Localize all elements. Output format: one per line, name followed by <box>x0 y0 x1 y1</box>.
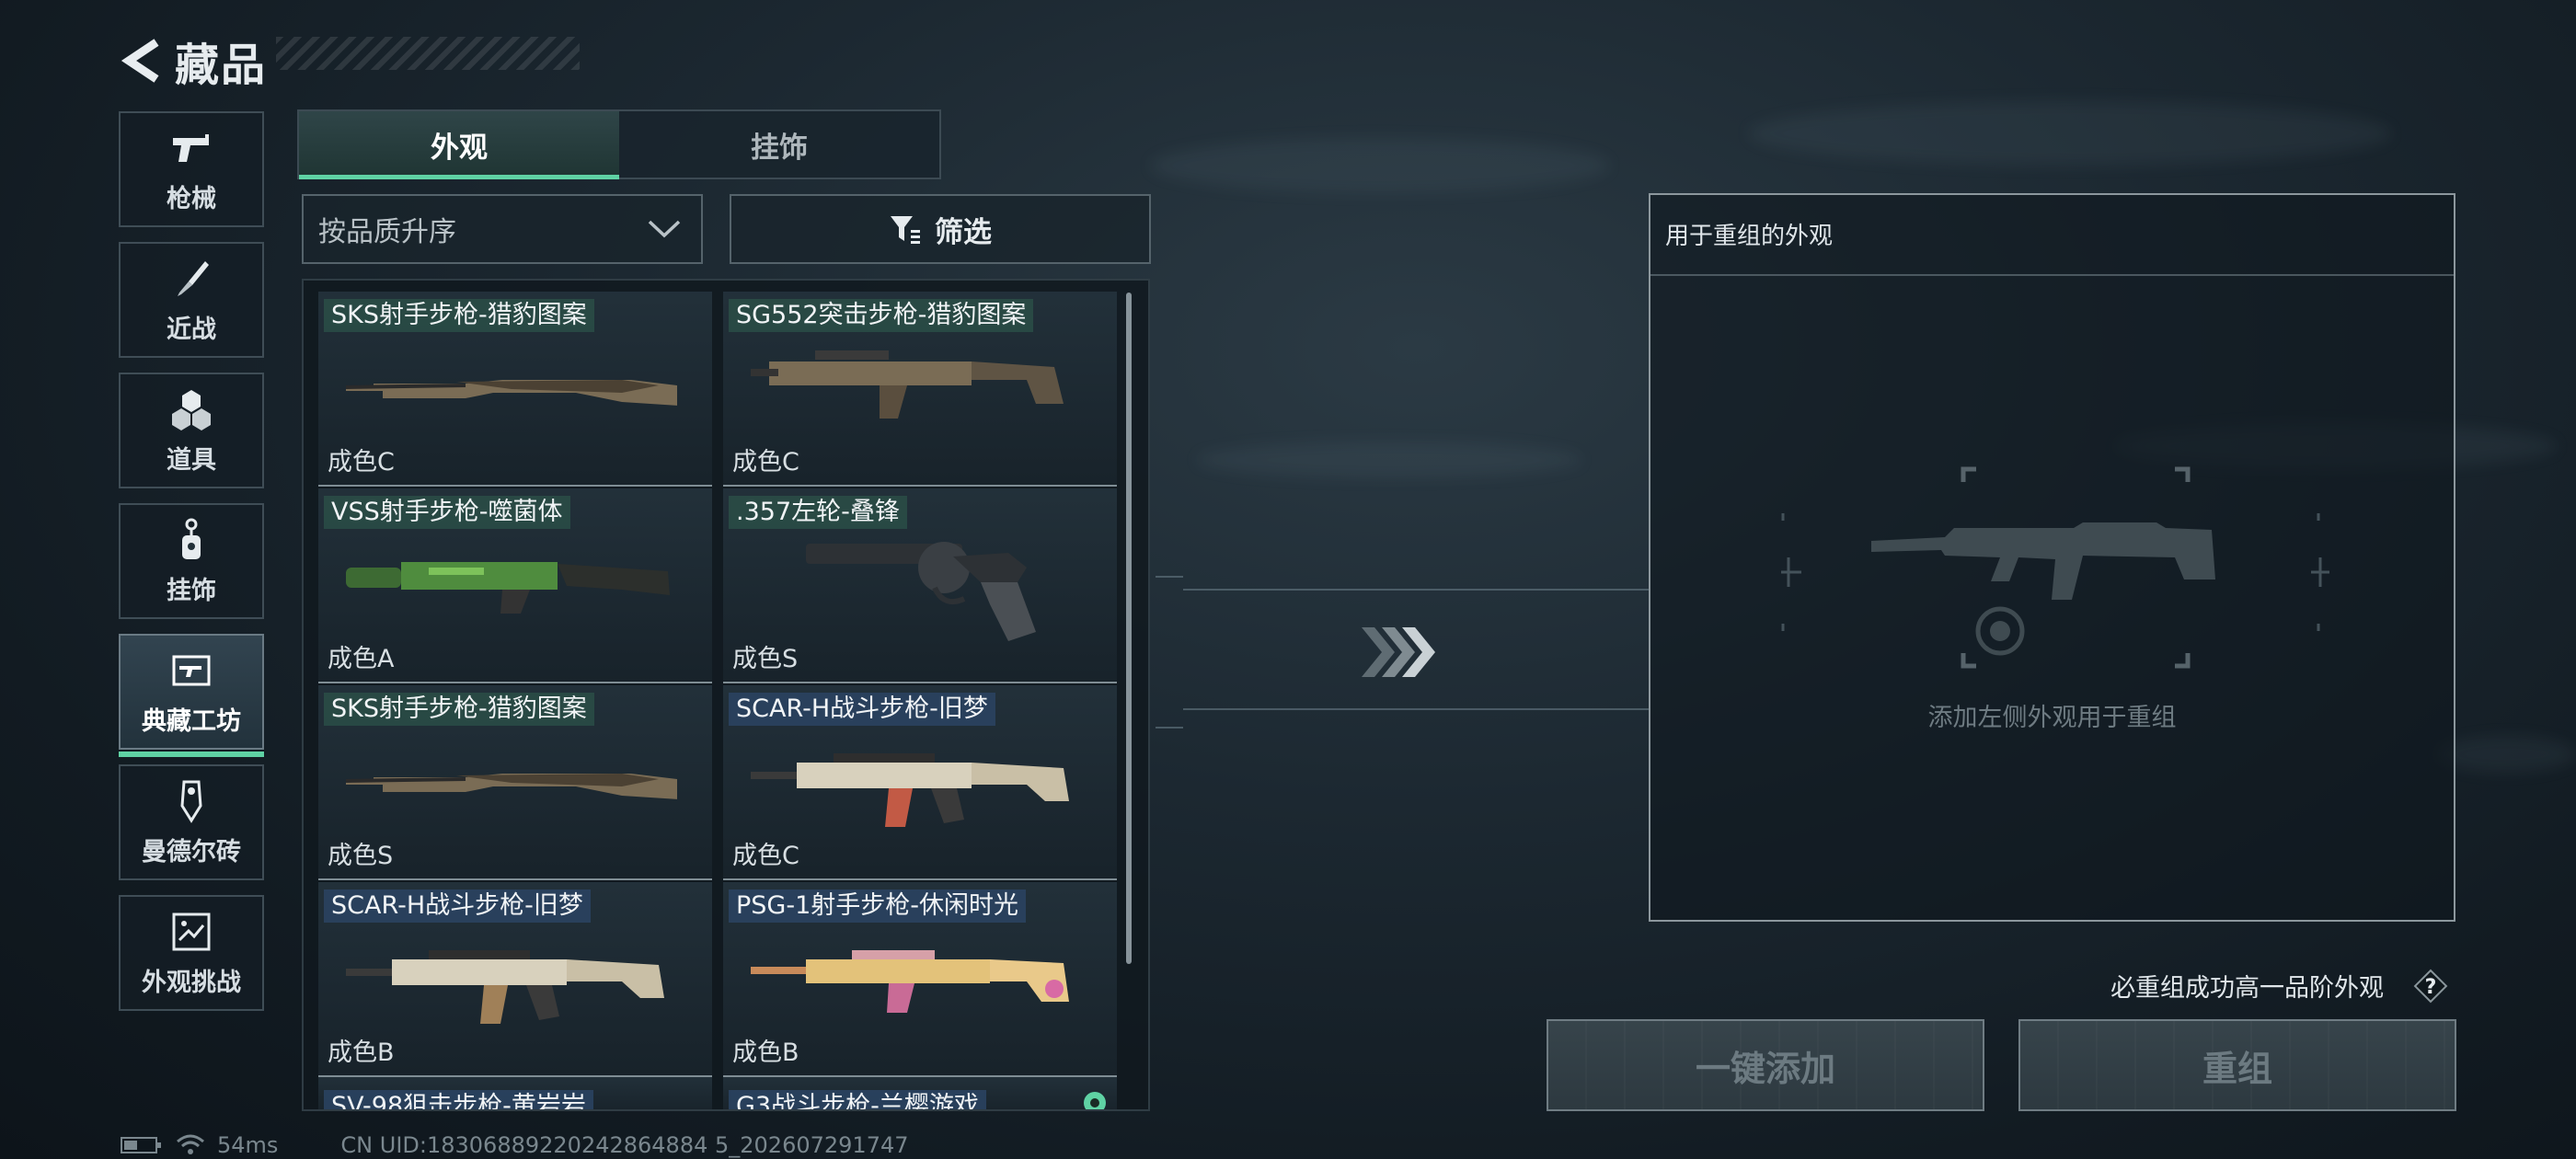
nav-label: 近战 <box>167 315 216 344</box>
svg-text:?: ? <box>2425 976 2437 999</box>
skin-name: SKS射手步枪-猎豹图案 <box>324 693 594 726</box>
list-item[interactable]: .357左轮-叠锋 成色S <box>723 488 1117 683</box>
skin-name: SV-98狙击步枪-黄岩岩 <box>324 1090 593 1109</box>
skin-name: SCAR-H战斗步枪-旧梦 <box>729 693 995 726</box>
skin-grade: 成色A <box>328 645 395 673</box>
list-item[interactable]: SG552突击步枪-猎豹图案 成色C <box>723 292 1117 487</box>
nav-label: 典藏工坊 <box>142 706 241 736</box>
recombine-label: 重组 <box>2202 1048 2272 1089</box>
skin-grade: 成色B <box>328 1039 395 1067</box>
list-item[interactable]: PSG-1射手步枪-休闲时光 成色B <box>723 882 1117 1077</box>
skin-name: SKS射手步枪-猎豹图案 <box>324 299 594 332</box>
chevron-down-icon <box>648 220 681 238</box>
charm-icon <box>182 518 201 559</box>
rifle-image <box>751 950 1069 1013</box>
sort-selected-value: 按品质升序 <box>318 216 456 248</box>
connector-line <box>1183 589 1649 591</box>
user-uid: CN UID:18306889220242864884 5_2026072917… <box>340 1132 909 1158</box>
wifi-icon <box>177 1134 204 1154</box>
rifle-image <box>346 950 664 1024</box>
grenades-icon <box>172 389 211 430</box>
status-bar: 54ms CN UID:18306889220242864884 5_20260… <box>120 1131 909 1159</box>
skin-grade: 成色S <box>732 645 799 673</box>
nav-label: 枪械 <box>167 184 216 213</box>
filter-button[interactable]: 筛选 <box>730 194 1151 264</box>
empty-slot-weapon-icon[interactable] <box>1779 462 2331 692</box>
skin-name: VSS射手步枪-噬菌体 <box>324 496 570 529</box>
category-tabs: 外观 挂饰 <box>297 109 941 179</box>
challenge-icon <box>172 912 211 950</box>
connector-line <box>1183 708 1649 710</box>
filter-icon <box>891 216 920 244</box>
workshop-icon <box>172 655 211 685</box>
help-icon[interactable]: ? <box>2412 968 2449 1004</box>
nav-label: 外观挑战 <box>142 968 241 997</box>
list-item[interactable]: SCAR-H战斗步枪-旧梦 成色C <box>723 685 1117 880</box>
pistol-icon <box>173 133 209 162</box>
nav-item-firearms[interactable]: 枪械 <box>119 111 264 227</box>
rifle-image <box>346 774 677 799</box>
nav-label: 曼德尔砖 <box>142 837 241 866</box>
skin-name: G3战斗步枪-兰樱游戏 <box>729 1090 986 1109</box>
skin-name: SCAR-H战斗步枪-旧梦 <box>324 889 591 923</box>
nav-item-melee[interactable]: 近战 <box>119 242 264 358</box>
skin-name: .357左轮-叠锋 <box>729 496 907 529</box>
brick-icon <box>180 780 202 823</box>
network-latency: 54ms <box>217 1132 279 1158</box>
filter-label: 筛选 <box>935 215 992 249</box>
list-scrollbar[interactable] <box>1126 293 1132 964</box>
list-item[interactable]: VSS射手步枪-噬菌体 成色A <box>318 488 712 683</box>
tab-charms[interactable]: 挂饰 <box>619 111 939 178</box>
guarantee-text: 必重组成功高一品阶外观 <box>2110 974 2384 1003</box>
panel-title: 用于重组的外观 <box>1665 223 1834 250</box>
add-all-button[interactable]: 一键添加 <box>1547 1019 1984 1111</box>
divider <box>1650 274 2454 276</box>
skin-grade: 成色B <box>732 1039 799 1067</box>
new-indicator-icon <box>1084 1092 1106 1109</box>
chevrons-right-icon <box>1362 627 1435 677</box>
recombine-button[interactable]: 重组 <box>2018 1019 2456 1111</box>
list-item[interactable]: SKS射手步枪-猎豹图案 成色S <box>318 685 712 880</box>
nav-item-workshop[interactable]: 典藏工坊 <box>119 634 264 757</box>
revolver-image <box>806 542 1036 641</box>
nav-item-gadgets[interactable]: 道具 <box>119 373 264 488</box>
nav-label: 道具 <box>167 445 216 475</box>
skin-grade: 成色C <box>732 842 799 870</box>
back-button[interactable] <box>118 33 164 88</box>
nav-item-skin-challenge[interactable]: 外观挑战 <box>119 895 264 1011</box>
recombine-panel: 用于重组的外观 添加左侧外观用于重组 <box>1649 193 2455 922</box>
rifle-image <box>346 380 677 406</box>
rifle-image <box>751 350 1064 419</box>
skin-grade: 成色S <box>328 842 394 870</box>
sort-dropdown[interactable]: 按品质升序 <box>302 194 703 264</box>
rifle-image <box>751 753 1069 827</box>
list-item[interactable]: SCAR-H战斗步枪-旧梦 成色B <box>318 882 712 1077</box>
list-item[interactable]: SKS射手步枪-猎豹图案 成色C <box>318 292 712 487</box>
tab-skins[interactable]: 外观 <box>299 111 619 179</box>
skin-list[interactable]: SKS射手步枪-猎豹图案 成色C SG552突击步枪-猎豹图案 成色C VSS射… <box>302 279 1150 1111</box>
nav-label: 挂饰 <box>167 576 216 605</box>
back-arrow-icon <box>121 39 159 83</box>
connector-line <box>1156 727 1183 729</box>
rifle-image <box>346 562 670 614</box>
title-decoration <box>276 37 580 70</box>
skin-name: SG552突击步枪-猎豹图案 <box>729 299 1034 332</box>
list-item[interactable]: G3战斗步枪-兰樱游戏 <box>723 1077 1117 1109</box>
skin-name: PSG-1射手步枪-休闲时光 <box>729 889 1027 923</box>
nav-item-charms[interactable]: 挂饰 <box>119 503 264 619</box>
page-header: 藏品 <box>118 24 267 98</box>
page-title: 藏品 <box>175 40 268 91</box>
nav-item-mandel-brick[interactable]: 曼德尔砖 <box>119 764 264 880</box>
skin-grade: 成色C <box>328 448 395 476</box>
skin-grade: 成色C <box>732 448 799 476</box>
battery-icon <box>121 1137 161 1153</box>
knife-icon <box>178 260 209 296</box>
list-item[interactable]: SV-98狙击步枪-黄岩岩 <box>318 1077 712 1109</box>
connector-line <box>1156 576 1183 578</box>
panel-hint: 添加左侧外观用于重组 <box>1927 704 2177 732</box>
add-all-label: 一键添加 <box>1695 1048 1835 1089</box>
